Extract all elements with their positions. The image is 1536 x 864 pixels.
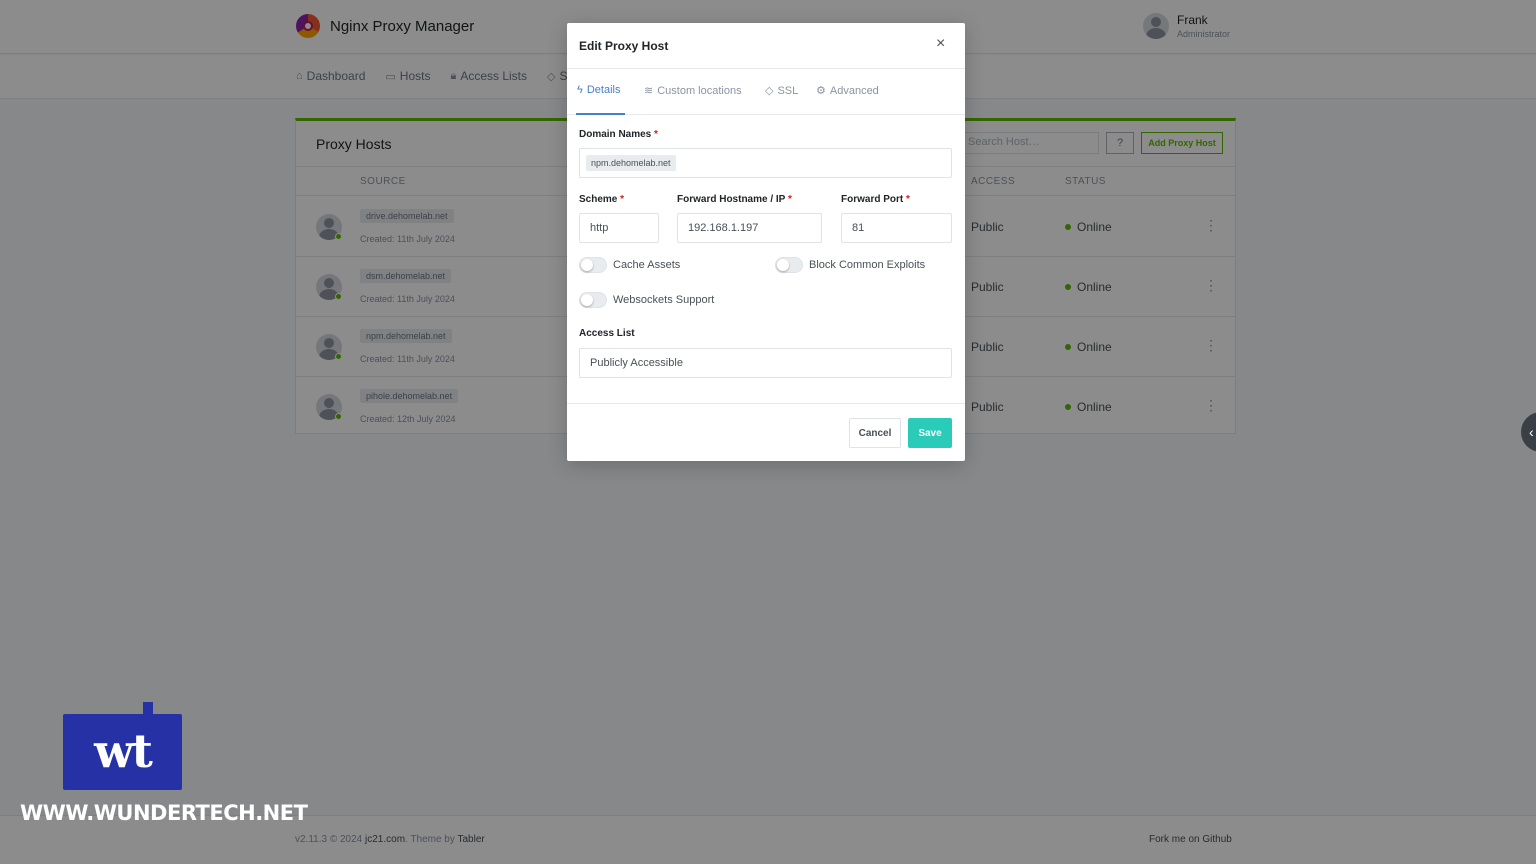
close-icon[interactable]: ×	[936, 35, 945, 53]
cache-assets-label: Cache Assets	[613, 259, 681, 271]
scheme-label-text: Scheme	[579, 194, 618, 205]
modal-title: Edit Proxy Host	[579, 39, 669, 53]
modal-footer: Cancel Save	[567, 403, 965, 461]
tab-advanced[interactable]: ⚙ Advanced	[816, 84, 879, 98]
cache-assets-toggle-row[interactable]: Cache Assets	[579, 257, 680, 273]
gear-icon: ⚙	[816, 85, 826, 97]
websockets-toggle[interactable]	[579, 292, 607, 308]
modal-header: Edit Proxy Host ×	[567, 23, 965, 69]
domain-names-input[interactable]: npm.dehomelab.net	[579, 148, 952, 178]
edit-proxy-host-modal: Edit Proxy Host × ϟ Details ≋ Custom loc…	[567, 23, 965, 461]
tab-ssl-label: SSL	[777, 84, 799, 97]
watermark-logo-text: wt	[94, 724, 153, 778]
cancel-button[interactable]: Cancel	[849, 418, 901, 448]
save-button[interactable]: Save	[908, 418, 952, 448]
domain-names-label-text: Domain Names	[579, 129, 652, 140]
forward-port-input[interactable]: 81	[841, 213, 952, 243]
tab-advanced-label: Advanced	[829, 84, 879, 97]
websockets-toggle-row[interactable]: Websockets Support	[579, 292, 714, 308]
bolt-icon: ϟ	[577, 84, 583, 96]
forward-port-label-text: Forward Port	[841, 194, 904, 205]
block-exploits-toggle-row[interactable]: Block Common Exploits	[775, 257, 925, 273]
tab-ssl[interactable]: ◇ SSL	[765, 84, 799, 98]
required-marker: *	[654, 129, 658, 140]
chevron-left-icon: ‹	[1529, 424, 1534, 440]
modal-tabs: ϟ Details ≋ Custom locations ◇ SSL ⚙ Adv…	[567, 69, 965, 115]
required-marker: *	[906, 194, 910, 205]
forward-host-input[interactable]: 192.168.1.197	[677, 213, 822, 243]
forward-host-label-text: Forward Hostname / IP	[677, 194, 786, 205]
tab-custom-locations-label: Custom locations	[657, 84, 742, 97]
domain-chip[interactable]: npm.dehomelab.net	[586, 155, 676, 171]
required-marker: *	[787, 194, 792, 205]
cache-assets-toggle[interactable]	[579, 257, 607, 273]
domain-names-label: Domain Names *	[579, 129, 658, 140]
required-marker: *	[620, 194, 625, 205]
watermark-logo: wt	[63, 714, 182, 790]
layers-icon: ≋	[644, 85, 654, 97]
scheme-label: Scheme *	[579, 194, 624, 205]
block-exploits-label: Block Common Exploits	[809, 259, 926, 271]
scheme-input[interactable]: http	[579, 213, 659, 243]
access-list-label: Access List	[579, 328, 635, 339]
tab-custom-locations[interactable]: ≋ Custom locations	[644, 84, 742, 98]
active-tab-indicator	[576, 113, 625, 115]
forward-host-label: Forward Hostname / IP *	[677, 194, 792, 205]
access-list-select[interactable]: Publicly Accessible	[579, 348, 952, 378]
watermark-url: WWW.WUNDERTECH.NET	[20, 801, 308, 825]
tab-details-label: Details	[586, 84, 621, 96]
shield-icon: ◇	[765, 85, 774, 97]
forward-port-label: Forward Port *	[841, 194, 910, 205]
websockets-label: Websockets Support	[613, 294, 715, 306]
block-exploits-toggle[interactable]	[775, 257, 803, 273]
tab-details[interactable]: ϟ Details	[577, 84, 620, 96]
